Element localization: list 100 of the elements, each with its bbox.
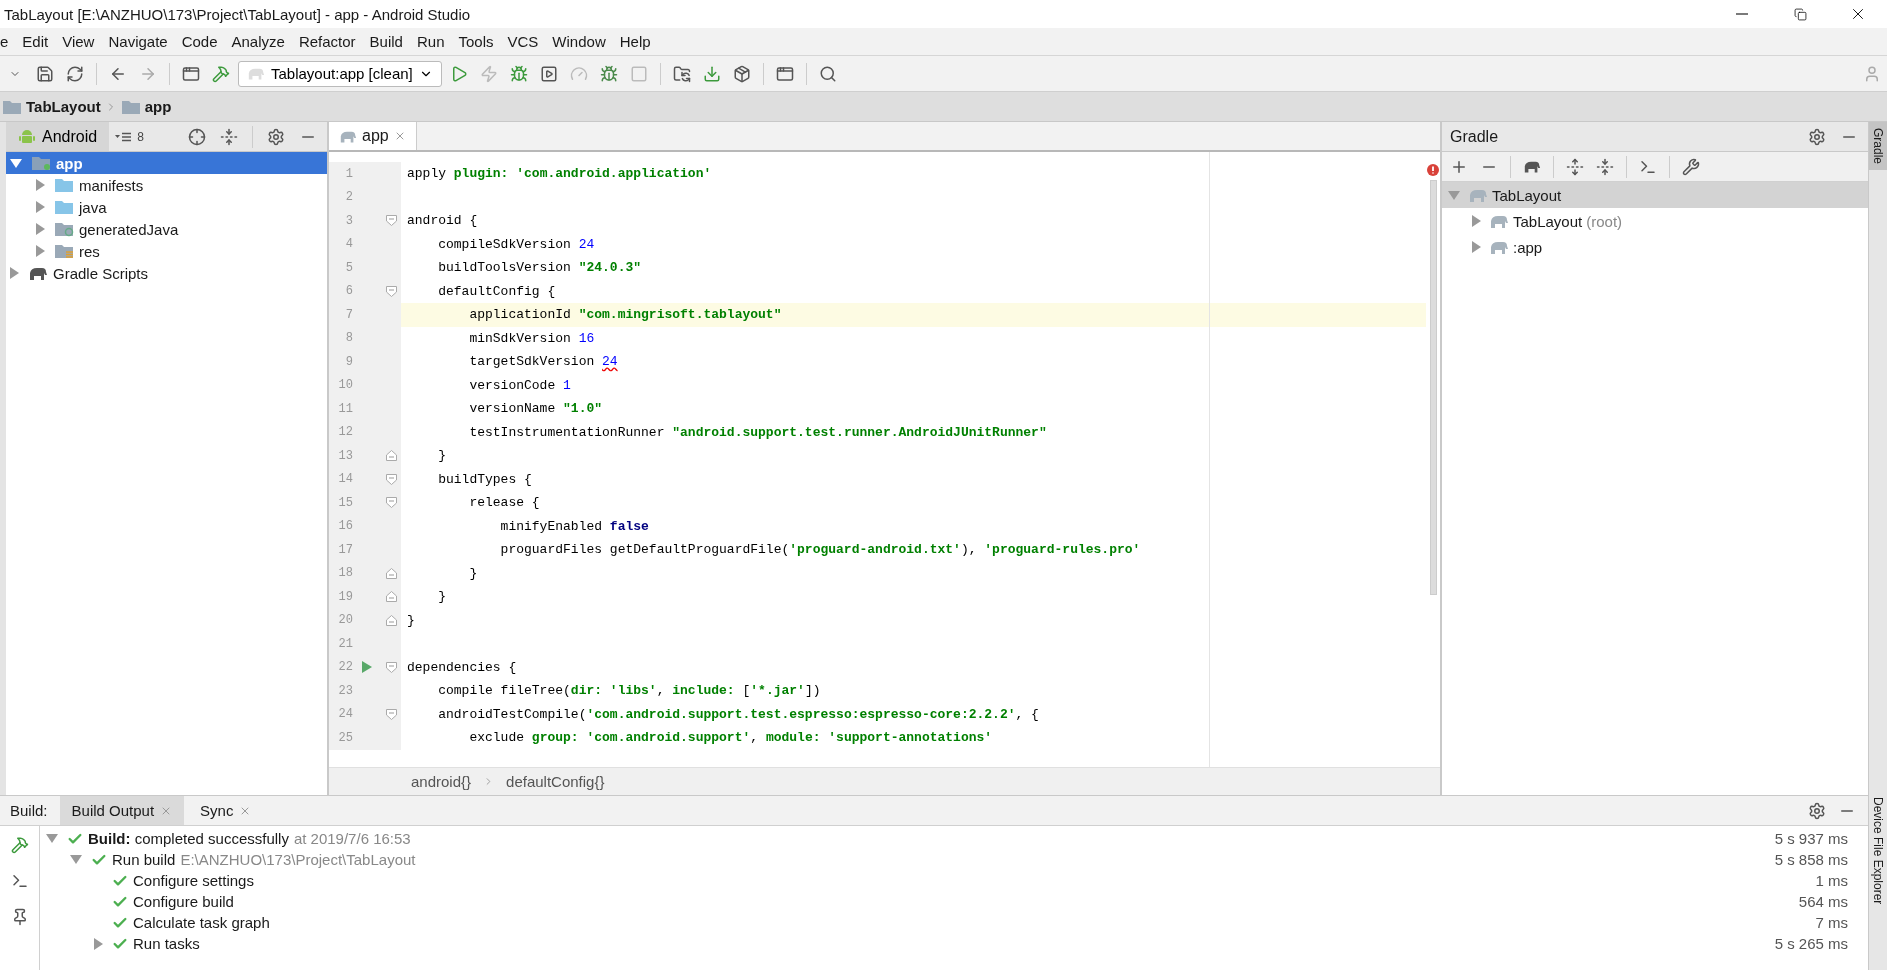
elephant-glyph-icon	[1523, 159, 1541, 174]
fold-marker-icon[interactable]	[385, 473, 397, 485]
collapse-arrow-icon[interactable]	[70, 855, 82, 864]
panel-label: Build:	[9, 802, 49, 819]
expand-arrow-icon[interactable]	[1472, 241, 1481, 253]
line-number: 18	[337, 566, 353, 581]
line-number: 10	[337, 378, 353, 393]
fold-marker-icon[interactable]	[385, 591, 397, 603]
code-line: testInstrumentationRunner "android.support.test.runner.AndroidJUnitRunner"	[468, 424, 1047, 440]
collapse-arrow-icon[interactable]	[46, 834, 58, 843]
build-tree-item[interactable]: Run tasks 5 s 265 ms	[40, 933, 1848, 954]
line-number: 19	[337, 589, 353, 604]
line-number: 11	[337, 401, 353, 416]
build-tab[interactable]: Sync	[188, 796, 264, 825]
line-number: 9	[344, 354, 353, 369]
menu-item[interactable]: Edit	[15, 33, 56, 50]
breadcrumb-item[interactable]: android{}	[411, 773, 472, 790]
collapse-arrow-icon[interactable]	[1448, 190, 1460, 200]
code-line: }	[468, 565, 478, 581]
line-number: 8	[344, 331, 353, 346]
tree-item[interactable]: Gradle Scripts	[6, 262, 327, 284]
code-line: buildTypes {	[437, 471, 532, 487]
elephant-icon	[1489, 213, 1509, 229]
menu-item[interactable]: Code	[174, 33, 225, 50]
menu-item[interactable]: Run	[409, 33, 452, 50]
build-tree-item[interactable]: Configure build 564 ms	[40, 891, 1848, 912]
view-dropdown[interactable]: Android	[6, 122, 110, 151]
gradle-tree-item[interactable]: :app	[1442, 234, 1868, 260]
gradle-tree-item[interactable]: TabLayout	[1442, 182, 1868, 208]
code-line: applicationId "com.mingrisoft.tablayout"	[468, 307, 782, 323]
build-tree-item[interactable]: Calculate task graph 7 ms	[40, 912, 1848, 933]
menu-item[interactable]: Tools	[451, 33, 501, 50]
fold-marker-icon[interactable]	[385, 708, 397, 720]
fold-marker-icon[interactable]	[385, 285, 397, 297]
tree-item[interactable]: generatedJava	[6, 218, 327, 240]
scrollbar-thumb[interactable]	[1429, 180, 1437, 595]
run-icon[interactable]	[361, 660, 373, 675]
code-line: compile fileTree(dir: 'libs', include: ['*.jar'])	[437, 683, 821, 699]
tree-item[interactable]: res	[6, 240, 327, 262]
line-number: 6	[344, 284, 353, 299]
expand-arrow-icon[interactable]	[36, 179, 45, 191]
menu-item[interactable]: e	[0, 33, 16, 50]
breadcrumb-item[interactable]: app	[144, 98, 172, 115]
menu-item[interactable]: Analyze	[224, 33, 292, 50]
fold-marker-icon[interactable]	[385, 567, 397, 579]
menu-item[interactable]: Window	[545, 33, 613, 50]
error-icon[interactable]	[1427, 164, 1439, 176]
elephant-icon	[1489, 239, 1509, 255]
code-line: }	[406, 612, 415, 628]
code-line: minSdkVersion 16	[468, 330, 595, 346]
gradle-tree-item[interactable]: TabLayout (root)	[1442, 208, 1868, 234]
menu-item[interactable]: Navigate	[101, 33, 175, 50]
elephant-icon	[247, 66, 265, 81]
code-line: proguardFiles getDefaultProguardFile('proguard-android.txt'), 'proguard-rules.pro'	[499, 542, 1141, 558]
restore-icon	[1793, 7, 1807, 21]
code-line: exclude group: 'com.android.support', module: 'support-annotations'	[468, 730, 993, 746]
fold-marker-icon[interactable]	[385, 215, 397, 227]
filter-count: 8	[137, 129, 144, 144]
line-number: 5	[344, 260, 353, 275]
minimize-icon	[1736, 13, 1748, 15]
line-number: 2	[344, 190, 353, 205]
fold-marker-icon[interactable]	[385, 450, 397, 462]
build-tree-item[interactable]: Configure settings 1 ms	[40, 870, 1848, 891]
tree-item[interactable]: java	[6, 196, 327, 218]
tree-item[interactable]: manifests	[6, 174, 327, 196]
fold-marker-icon[interactable]	[385, 614, 397, 626]
side-tab[interactable]: Gradle	[1869, 122, 1887, 171]
fold-marker-icon[interactable]	[385, 661, 397, 673]
expand-arrow-icon[interactable]	[36, 245, 45, 257]
build-tab[interactable]: Build Output	[59, 796, 185, 825]
breadcrumb-item[interactable]: defaultConfig{}	[506, 773, 605, 790]
menu-item[interactable]: Refactor	[291, 33, 363, 50]
expand-arrow-icon[interactable]	[36, 201, 45, 213]
elephant-icon	[28, 265, 48, 281]
line-number: 22	[337, 660, 353, 675]
tree-item[interactable]: app	[6, 152, 327, 174]
elephant-icon	[1468, 187, 1488, 203]
expand-arrow-icon[interactable]	[94, 937, 103, 950]
run-config-dropdown[interactable]: Tablayout:app [clean]	[238, 60, 442, 87]
code-line: android {	[406, 213, 478, 229]
expand-arrow-icon[interactable]	[10, 267, 19, 279]
menu-item[interactable]: VCS	[500, 33, 546, 50]
filter-icon[interactable]	[115, 131, 132, 142]
line-number: 15	[337, 495, 353, 510]
breadcrumb-item[interactable]: TabLayout	[26, 98, 101, 115]
menu-item[interactable]: Build	[362, 33, 410, 50]
side-tab[interactable]: Device File Explorer	[1869, 790, 1887, 910]
editor-tab[interactable]: app	[329, 122, 417, 150]
expand-arrow-icon[interactable]	[1472, 215, 1481, 227]
fold-marker-icon[interactable]	[385, 497, 397, 509]
build-tree-item[interactable]: Build: completed successfully at 2019/7/6 16:53 5 s 937 ms	[40, 828, 1848, 849]
code-line: dependencies {	[406, 659, 517, 675]
code-line: compileSdkVersion 24	[437, 236, 595, 252]
menu-item[interactable]: View	[55, 33, 102, 50]
menu-item[interactable]: Help	[612, 33, 658, 50]
code-line: versionName "1.0"	[468, 401, 603, 417]
expand-arrow-icon[interactable]	[36, 223, 45, 235]
line-number: 7	[344, 307, 353, 322]
build-tree-item[interactable]: Run build E:\ANZHUO\173\Project\TabLayout 5 s 858 ms	[40, 849, 1848, 870]
line-number: 24	[337, 707, 353, 722]
